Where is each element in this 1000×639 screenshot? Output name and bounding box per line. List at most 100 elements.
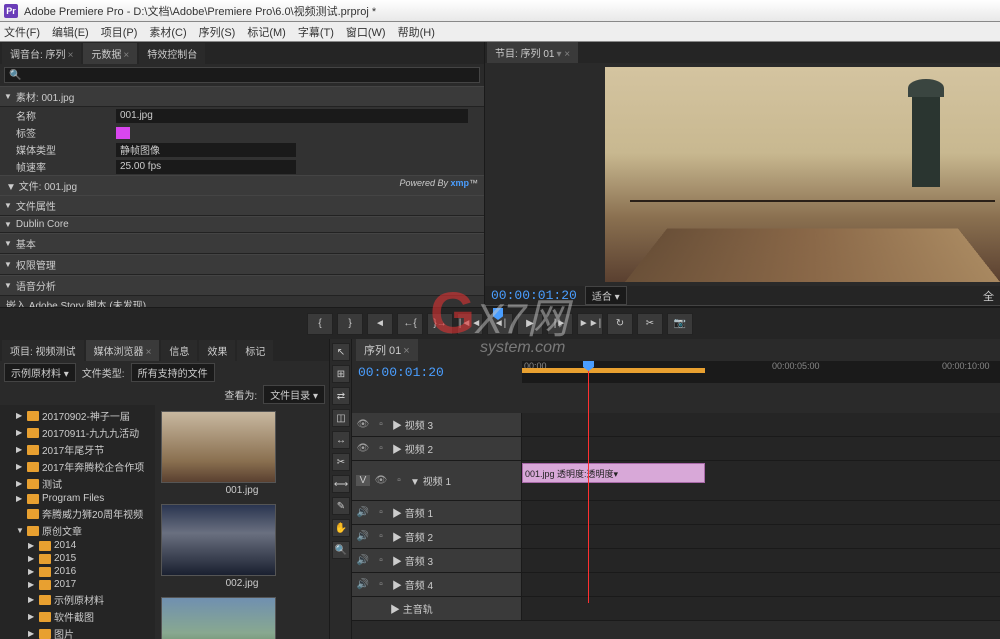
clip-001-jpg[interactable]: 001.jpg 透明度:透明度▾	[522, 463, 705, 483]
menu-edit[interactable]: 编辑(E)	[52, 24, 89, 40]
timeline-ruler[interactable]: 00:00 00:00:05:00 00:00:10:00 00:00:15:0…	[522, 361, 1000, 383]
export-frame-button[interactable]: 📷	[667, 313, 693, 335]
rate-stretch-tool[interactable]: ↔	[332, 431, 350, 449]
speaker-icon[interactable]: 🔊	[356, 579, 370, 590]
folder-item[interactable]: ▶测试	[2, 475, 153, 492]
metadata-file-header[interactable]: ▼ 文件: 001.jpg	[6, 178, 77, 193]
mark-out-button[interactable]: }	[337, 313, 363, 335]
folder-item[interactable]: ▶软件截图	[2, 608, 153, 625]
speaker-icon[interactable]: 🔊	[356, 531, 370, 542]
metadata-search-input[interactable]: 🔍	[4, 67, 480, 83]
dublin-core-header[interactable]: Dublin Core	[0, 216, 484, 233]
menu-help[interactable]: 帮助(H)	[398, 24, 435, 40]
tab-media-browser[interactable]: 媒体浏览器×	[86, 340, 160, 361]
tab-markers[interactable]: 标记	[237, 340, 273, 361]
thumb-002[interactable]: 002.jpg	[161, 504, 323, 589]
thumb-003[interactable]	[161, 597, 323, 639]
tab-audio-mixer[interactable]: 调音台: 序列×	[2, 43, 81, 64]
mark-in-button[interactable]: {	[307, 313, 333, 335]
track-v1[interactable]: 001.jpg 透明度:透明度▾	[522, 461, 1000, 500]
program-video-preview[interactable]	[605, 67, 1000, 282]
program-scrubber[interactable]	[485, 305, 1000, 307]
step-back-button[interactable]: |◄◄	[457, 313, 483, 335]
preset-dropdown[interactable]: 示例原材料 ▾	[4, 363, 76, 382]
eye-icon[interactable]: 👁	[356, 443, 370, 454]
view-dropdown[interactable]: 文件目录 ▾	[263, 385, 325, 404]
track-a4[interactable]	[522, 573, 1000, 596]
menu-window[interactable]: 窗口(W)	[346, 24, 386, 40]
folder-item[interactable]: ▶Program Files	[2, 492, 153, 505]
track-a3[interactable]	[522, 549, 1000, 572]
folder-item[interactable]: 奔腾威力狮20周年视频	[2, 505, 153, 522]
folder-item[interactable]: ▶2017年尾牙节	[2, 441, 153, 458]
razor-tool[interactable]: ✂	[332, 453, 350, 471]
rolling-edit-tool[interactable]: ◫	[332, 409, 350, 427]
speech-analysis-header[interactable]: 语音分析	[0, 275, 484, 296]
label-color-swatch[interactable]	[116, 127, 130, 139]
folder-item[interactable]: ▶图片	[2, 625, 153, 639]
metadata-clip-header[interactable]: 素材: 001.jpg	[0, 86, 484, 107]
goto-in-button[interactable]: ←{	[397, 313, 423, 335]
track-select-tool[interactable]: ⊞	[332, 365, 350, 383]
menu-title[interactable]: 字幕(T)	[298, 24, 334, 40]
playhead[interactable]	[588, 361, 589, 603]
track-header-v3[interactable]: 👁▫▶ 视频 3	[352, 413, 522, 436]
track-v2[interactable]	[522, 437, 1000, 460]
track-v3[interactable]	[522, 413, 1000, 436]
track-header-a1[interactable]: 🔊▫▶ 音频 1	[352, 501, 522, 524]
zoom-tool[interactable]: 🔍	[332, 541, 350, 559]
track-header-v1[interactable]: V👁▫▼ 视频 1	[352, 461, 522, 500]
track-header-master[interactable]: ▶ 主音轨	[352, 597, 522, 620]
tab-program-monitor[interactable]: 节目: 序列 01▾ ×	[487, 42, 578, 63]
folder-item[interactable]: ▶20170902-神子一届	[2, 407, 153, 424]
menu-sequence[interactable]: 序列(S)	[199, 24, 236, 40]
folder-item[interactable]: ▼原创文章	[2, 522, 153, 539]
track-a2[interactable]	[522, 525, 1000, 548]
name-field[interactable]: 001.jpg	[116, 109, 468, 123]
thumb-001[interactable]: 001.jpg	[161, 411, 323, 496]
tab-sequence-01[interactable]: 序列 01×	[356, 339, 418, 361]
full-quality[interactable]: 全	[983, 288, 994, 304]
eye-icon[interactable]: 👁	[374, 475, 388, 486]
speaker-icon[interactable]: 🔊	[356, 555, 370, 566]
tab-project[interactable]: 项目: 视频测试	[2, 340, 84, 361]
loop-button[interactable]: ↻	[607, 313, 633, 335]
track-master[interactable]	[522, 597, 1000, 620]
track-a1[interactable]	[522, 501, 1000, 524]
tab-effects[interactable]: 效果	[199, 340, 235, 361]
speaker-icon[interactable]: 🔊	[356, 507, 370, 518]
frame-forward-button[interactable]: |►	[547, 313, 573, 335]
hand-tool[interactable]: ✋	[332, 519, 350, 537]
add-marker-button[interactable]: ◄	[367, 313, 393, 335]
timeline-timecode[interactable]: 00:00:01:20	[358, 365, 444, 380]
file-props-header[interactable]: 文件属性	[0, 195, 484, 216]
menu-project[interactable]: 项目(P)	[101, 24, 138, 40]
tab-metadata[interactable]: 元数据×	[83, 43, 137, 64]
pen-tool[interactable]: ✎	[332, 497, 350, 515]
folder-item[interactable]: ▶2017	[2, 578, 153, 591]
program-timecode[interactable]: 00:00:01:20	[491, 288, 577, 303]
ripple-edit-tool[interactable]: ⇄	[332, 387, 350, 405]
tab-effect-controls[interactable]: 特效控制台	[139, 43, 205, 64]
folder-item[interactable]: ▶2014	[2, 539, 153, 552]
track-header-a2[interactable]: 🔊▫▶ 音频 2	[352, 525, 522, 548]
menu-clip[interactable]: 素材(C)	[149, 24, 186, 40]
rights-header[interactable]: 权限管理	[0, 254, 484, 275]
slip-tool[interactable]: ⟷	[332, 475, 350, 493]
work-area-bar[interactable]	[522, 368, 705, 373]
track-header-a3[interactable]: 🔊▫▶ 音频 3	[352, 549, 522, 572]
folder-item[interactable]: ▶2015	[2, 552, 153, 565]
menu-file[interactable]: 文件(F)	[4, 24, 40, 40]
filetype-dropdown[interactable]: 所有支持的文件	[131, 363, 215, 382]
eye-icon[interactable]: 👁	[356, 419, 370, 430]
play-button[interactable]: ▶	[517, 313, 543, 335]
folder-item[interactable]: ▶2017年奔腾校企合作项	[2, 458, 153, 475]
folder-item[interactable]: ▶2016	[2, 565, 153, 578]
v-target[interactable]: V	[356, 475, 370, 486]
menu-marker[interactable]: 标记(M)	[247, 24, 286, 40]
tab-info[interactable]: 信息	[161, 340, 197, 361]
step-forward-button[interactable]: ►►|	[577, 313, 603, 335]
fit-dropdown[interactable]: 适合 ▾	[585, 286, 627, 305]
selection-tool[interactable]: ↖	[332, 343, 350, 361]
lift-button[interactable]: ✂	[637, 313, 663, 335]
